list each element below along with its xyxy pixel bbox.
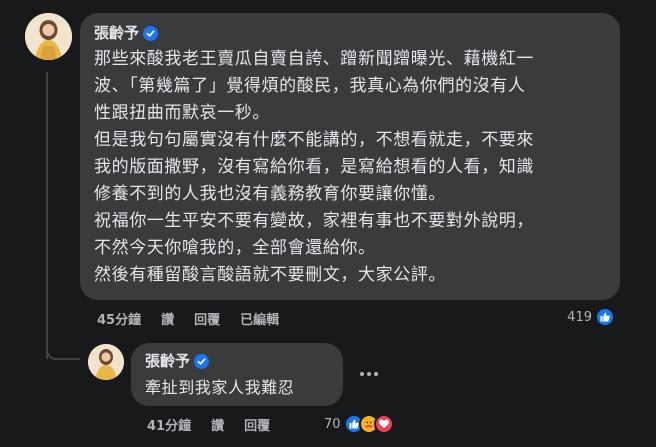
like-button[interactable]: 讚: [211, 415, 224, 434]
thread-line: [46, 72, 48, 359]
avatar[interactable]: [88, 344, 124, 380]
reaction-count: 70: [324, 416, 341, 432]
comment-actions: 45分鐘 讚 回覆 已編輯: [97, 309, 299, 328]
comment-text: 那些來酸我老王賣瓜自賣自誇、蹭新聞蹭曝光、藉機紅一 波、「第幾篇了」覺得煩的酸民…: [94, 46, 606, 289]
reply-text: 牽扯到我家人我難忍: [145, 378, 295, 397]
like-icon: [595, 307, 615, 327]
comment-line: 但是我句句屬實沒有什麼不能講的，不想看就走，不要來: [94, 130, 534, 150]
reaction-summary[interactable]: 419: [567, 307, 615, 327]
timestamp[interactable]: 45分鐘: [97, 309, 141, 328]
comment-line: 波、「第幾篇了」覺得煩的酸民，我真心為你們的沒有人: [94, 76, 526, 96]
love-icon: [373, 414, 394, 434]
more-options-icon[interactable]: [354, 364, 384, 384]
comment-line: 不然今天你嗆我的，全部會還給你。: [94, 238, 376, 258]
comment-author[interactable]: 張齡予: [94, 23, 606, 43]
comment-line: 我的版面撒野，沒有寫給你看，是寫給想看的人看，知識: [94, 157, 534, 177]
reply-actions: 41分鐘 讚 回覆: [147, 415, 290, 434]
thread-connector: [46, 340, 80, 360]
comment-line: 那些來酸我老王賣瓜自賣自誇、蹭新聞蹭曝光、藉機紅一: [94, 49, 534, 69]
author-name[interactable]: 張齡予: [94, 23, 139, 43]
like-button[interactable]: 讚: [161, 309, 174, 328]
comment-bubble: 張齡予 那些來酸我老王賣瓜自賣自誇、蹭新聞蹭曝光、藉機紅一 波、「第幾篇了」覺得…: [80, 13, 620, 300]
comment-line: 性跟扭曲而默哀一秒。: [94, 103, 270, 123]
reaction-count: 419: [567, 309, 592, 325]
avatar[interactable]: [25, 13, 72, 60]
reply-button[interactable]: 回覆: [244, 415, 270, 434]
reaction-summary[interactable]: 70: [324, 414, 394, 434]
author-name[interactable]: 張齡予: [145, 351, 190, 371]
reply-bubble: 張齡予 牽扯到我家人我難忍: [131, 343, 343, 406]
timestamp[interactable]: 41分鐘: [147, 415, 191, 434]
verified-badge-icon: [143, 25, 159, 41]
comment-line: 修養不到的人我也沒有義務教育你要讓你懂。: [94, 184, 446, 204]
edited-label: 已編輯: [240, 313, 280, 328]
comment-line: 祝福你一生平安不要有變故，家裡有事也不要對外說明，: [94, 211, 534, 231]
reply-button[interactable]: 回覆: [194, 309, 220, 328]
comment-line: 然後有種留酸言酸語就不要刪文，大家公評。: [94, 265, 446, 285]
comment-author[interactable]: 張齡予: [145, 351, 329, 371]
verified-badge-icon: [194, 353, 210, 369]
